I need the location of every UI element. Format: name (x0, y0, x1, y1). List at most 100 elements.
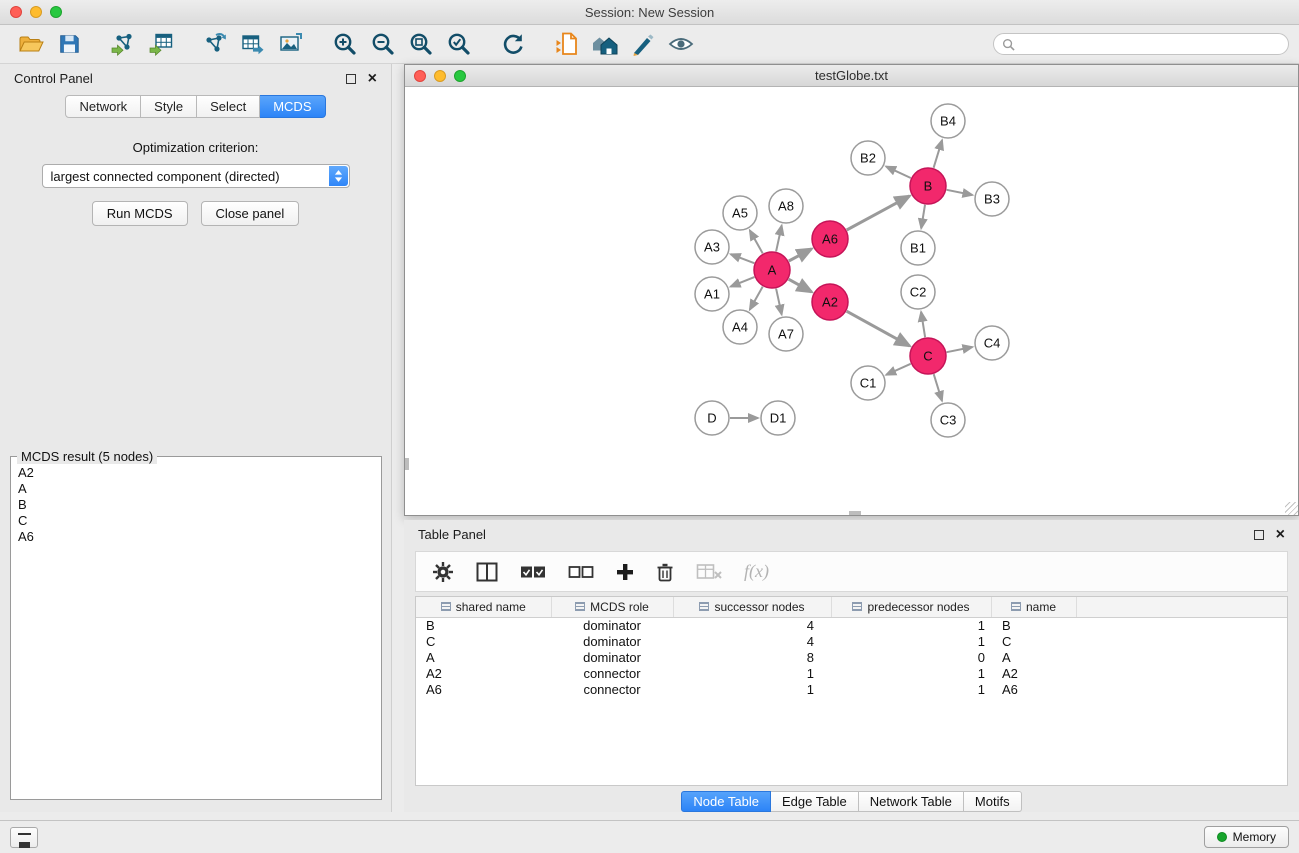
graph-node-A[interactable]: A (754, 252, 790, 288)
graph-node-A6[interactable]: A6 (812, 221, 848, 257)
optimization-criterion-dropdown[interactable]: largest connected component (directed) (42, 164, 350, 188)
graph-edge-C-C4[interactable] (947, 347, 973, 352)
graph-node-D[interactable]: D (695, 401, 729, 435)
zoom-window-button[interactable] (50, 6, 62, 18)
float-panel-icon[interactable] (346, 74, 356, 84)
table-cell[interactable]: 1 (831, 634, 991, 650)
network-graph[interactable]: AA1A2A3A4A5A6A7A8BB1B2B3B4CC1C2C3C4DD1 (405, 87, 1298, 515)
graph-edge-A-A6[interactable] (789, 249, 812, 261)
table-cell[interactable]: A (991, 650, 1076, 666)
show-columns-button[interactable] (476, 562, 498, 582)
graph-edge-C-C1[interactable] (886, 364, 911, 375)
save-session-button[interactable] (50, 28, 88, 60)
table-cell[interactable]: A2 (991, 666, 1076, 682)
table-row[interactable]: A2connector11A2 (416, 666, 1287, 682)
tab-select[interactable]: Select (197, 95, 260, 118)
graph-edge-C-C2[interactable] (921, 312, 925, 337)
graph-edge-A-A5[interactable] (750, 230, 763, 253)
graph-node-D1[interactable]: D1 (761, 401, 795, 435)
pane-divider-handle[interactable] (849, 511, 861, 515)
tab-style[interactable]: Style (141, 95, 197, 118)
table-cell[interactable]: A6 (991, 682, 1076, 698)
table-settings-button[interactable] (432, 561, 454, 583)
mcds-result-item[interactable]: C (18, 513, 381, 529)
memory-button[interactable]: Memory (1204, 826, 1289, 848)
graph-node-B2[interactable]: B2 (851, 141, 885, 175)
zoom-out-button[interactable] (364, 28, 402, 60)
mcds-result-list[interactable]: A2ABCA6 (11, 457, 381, 799)
select-all-columns-button[interactable] (520, 564, 546, 580)
close-table-panel-icon[interactable]: × (1276, 530, 1285, 540)
table-cell[interactable]: C (416, 634, 551, 650)
table-row[interactable]: Adominator80A (416, 650, 1287, 666)
network-minimize-button[interactable] (434, 70, 446, 82)
graph-node-C1[interactable]: C1 (851, 366, 885, 400)
graph-edge-A-A3[interactable] (731, 254, 755, 263)
table-cell[interactable]: dominator (551, 634, 673, 650)
column-header[interactable]: MCDS role (551, 597, 673, 617)
apply-function-button[interactable]: f(x) (744, 561, 769, 582)
graphics-details-button[interactable] (624, 28, 662, 60)
apply-layout-button[interactable] (494, 28, 532, 60)
export-table-button[interactable] (234, 28, 272, 60)
graph-edge-A2-C[interactable] (847, 311, 910, 346)
graph-node-A5[interactable]: A5 (723, 196, 757, 230)
mcds-result-item[interactable]: B (18, 497, 381, 513)
table-row[interactable]: A6connector11A6 (416, 682, 1287, 698)
tab-edge-table[interactable]: Edge Table (771, 791, 859, 812)
tab-network[interactable]: Network (65, 95, 141, 118)
search-input[interactable] (1020, 37, 1280, 51)
run-mcds-button[interactable]: Run MCDS (92, 201, 188, 226)
table-cell[interactable]: A6 (416, 682, 551, 698)
network-zoom-button[interactable] (454, 70, 466, 82)
table-row[interactable]: Cdominator41C (416, 634, 1287, 650)
float-table-panel-icon[interactable] (1254, 530, 1264, 540)
table-cell[interactable]: 4 (673, 617, 831, 634)
graph-node-A8[interactable]: A8 (769, 189, 803, 223)
graph-node-C4[interactable]: C4 (975, 326, 1009, 360)
import-table-button[interactable] (142, 28, 180, 60)
graph-edge-B-B2[interactable] (886, 167, 911, 179)
table-cell[interactable]: 8 (673, 650, 831, 666)
export-network-button[interactable] (196, 28, 234, 60)
graph-edge-A-A2[interactable] (789, 279, 812, 292)
network-window-titlebar[interactable]: testGlobe.txt (405, 65, 1298, 87)
table-cell[interactable]: 1 (673, 682, 831, 698)
search-box[interactable] (993, 33, 1289, 55)
zoom-in-button[interactable] (326, 28, 364, 60)
home-button[interactable] (586, 28, 624, 60)
graph-node-A1[interactable]: A1 (695, 277, 729, 311)
graph-node-B4[interactable]: B4 (931, 104, 965, 138)
dropdown-stepper-icon[interactable] (329, 166, 348, 186)
column-header[interactable]: shared name (416, 597, 551, 617)
delete-table-button[interactable] (696, 563, 722, 581)
close-panel-button[interactable]: Close panel (201, 201, 300, 226)
network-canvas[interactable]: AA1A2A3A4A5A6A7A8BB1B2B3B4CC1C2C3C4DD1 (405, 87, 1298, 515)
table-cell[interactable]: 1 (831, 617, 991, 634)
import-network-button[interactable] (104, 28, 142, 60)
table-cell[interactable]: 1 (673, 666, 831, 682)
mcds-result-item[interactable]: A6 (18, 529, 381, 545)
graph-edge-A6-B[interactable] (847, 196, 910, 230)
graph-edge-C-C3[interactable] (934, 374, 942, 401)
tab-node-table[interactable]: Node Table (681, 791, 771, 812)
graph-node-C[interactable]: C (910, 338, 946, 374)
table-cell[interactable]: A2 (416, 666, 551, 682)
zoom-fit-button[interactable] (402, 28, 440, 60)
window-resize-handle[interactable] (1285, 502, 1298, 515)
graph-edge-A-A4[interactable] (750, 287, 763, 310)
graph-edge-B-B1[interactable] (921, 205, 925, 229)
tab-mcds[interactable]: MCDS (260, 95, 325, 118)
graph-node-A3[interactable]: A3 (695, 230, 729, 264)
table-cell[interactable]: A (416, 650, 551, 666)
graph-node-B[interactable]: B (910, 168, 946, 204)
column-header[interactable]: predecessor nodes (831, 597, 991, 617)
open-document-button[interactable] (548, 28, 586, 60)
table-cell[interactable]: 4 (673, 634, 831, 650)
graph-node-B1[interactable]: B1 (901, 231, 935, 265)
show-details-button[interactable] (662, 28, 700, 60)
tab-network-table[interactable]: Network Table (859, 791, 964, 812)
table-cell[interactable]: 1 (831, 666, 991, 682)
mcds-result-item[interactable]: A (18, 481, 381, 497)
graph-edge-B-B4[interactable] (934, 140, 943, 168)
